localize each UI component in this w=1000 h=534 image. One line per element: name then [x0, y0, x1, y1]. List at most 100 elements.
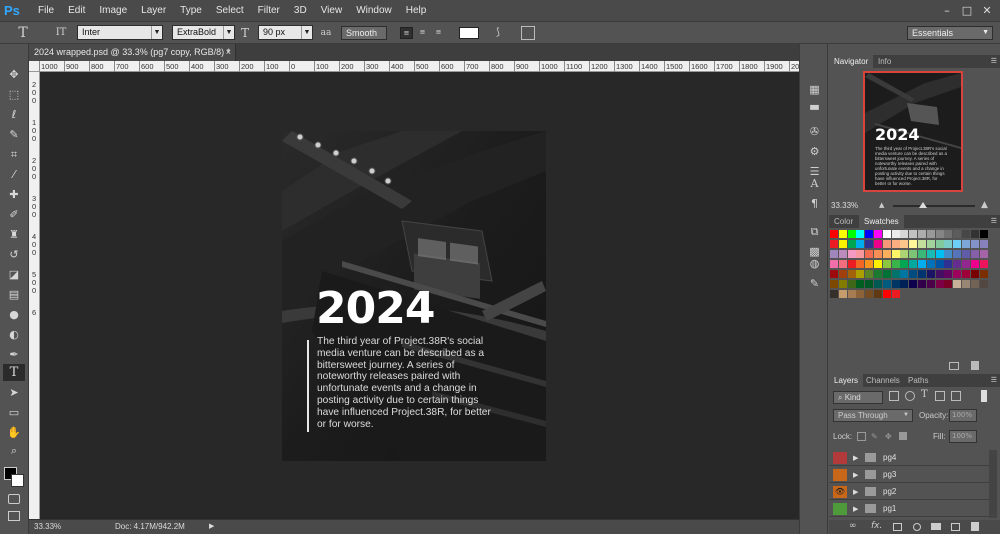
tab-color[interactable]: Color: [829, 215, 858, 228]
pen-icon[interactable]: ✒: [3, 346, 25, 363]
canvas-area[interactable]: 2024 The third year of Project.38R's soc…: [40, 72, 799, 519]
color-swatch[interactable]: [882, 280, 891, 288]
document-tab[interactable]: 2024 wrapped.psd @ 33.3% (pg7 copy, RGB/…: [29, 44, 236, 61]
color-swatch[interactable]: [926, 230, 935, 238]
color-swatch[interactable]: [847, 240, 856, 248]
filter-shape-icon[interactable]: [935, 391, 945, 401]
close-icon[interactable]: ×: [226, 44, 231, 61]
hand-icon[interactable]: ✋: [3, 424, 25, 441]
color-swatch[interactable]: [830, 290, 838, 298]
trash-icon[interactable]: [971, 522, 979, 531]
tab-navigator[interactable]: Navigator: [829, 55, 874, 68]
layer-row-pg4[interactable]: ▶ pg4: [829, 450, 989, 466]
color-swatch[interactable]: [891, 260, 900, 268]
dodge-icon[interactable]: ◐: [3, 326, 25, 343]
color-swatch[interactable]: [962, 270, 970, 278]
eyedropper-icon[interactable]: ⁄: [3, 166, 25, 183]
font-style-select[interactable]: ExtraBold ▼: [172, 25, 235, 40]
maximize-button[interactable]: □: [960, 4, 974, 18]
paragraph-icon[interactable]: ¶: [806, 196, 823, 211]
color-swatch[interactable]: [847, 230, 856, 238]
color-swatch[interactable]: [865, 280, 874, 288]
color-swatch[interactable]: [900, 280, 909, 288]
background-color-swatch[interactable]: [11, 474, 24, 487]
zoom-out-icon[interactable]: ▲: [879, 201, 889, 209]
heading-year[interactable]: 2024: [316, 284, 435, 334]
text-color-swatch[interactable]: [459, 27, 479, 39]
color-swatch[interactable]: [909, 250, 918, 258]
gradient-icon[interactable]: ▤: [3, 286, 25, 303]
color-swatch[interactable]: [970, 260, 979, 268]
color-swatch[interactable]: [979, 260, 988, 268]
filter-smart-icon[interactable]: [951, 391, 961, 401]
filter-toggle[interactable]: [981, 390, 987, 402]
lock-all-icon[interactable]: [899, 432, 907, 440]
eraser-icon[interactable]: ◪: [3, 266, 25, 283]
filter-adjust-icon[interactable]: [905, 391, 915, 401]
color-swatch[interactable]: [874, 230, 882, 238]
color-swatch[interactable]: [918, 280, 926, 288]
menu-3d[interactable]: 3D: [287, 0, 314, 22]
color-swatch[interactable]: [900, 260, 909, 268]
panel-menu-icon[interactable]: ☰: [991, 215, 997, 228]
actions-icon[interactable]: ✇: [806, 124, 823, 139]
tab-info[interactable]: Info: [873, 55, 896, 68]
color-swatch[interactable]: [882, 250, 891, 258]
swatch-grid[interactable]: [829, 229, 989, 301]
quick-mask-icon[interactable]: [8, 494, 20, 504]
lasso-icon[interactable]: ℓ: [3, 106, 25, 123]
zoom-icon[interactable]: ⌕: [3, 442, 25, 459]
tab-channels[interactable]: Channels: [861, 374, 905, 387]
color-swatch[interactable]: [891, 280, 900, 288]
color-swatch[interactable]: [926, 240, 935, 248]
lock-pixels-icon[interactable]: ✎: [871, 432, 880, 441]
expand-triangle-icon[interactable]: ▶: [853, 503, 858, 515]
workspace-select[interactable]: Essentials ▼: [907, 26, 993, 40]
close-window-button[interactable]: ✕: [980, 4, 994, 18]
clone-stamp-icon[interactable]: ♜: [3, 226, 25, 243]
character-icon[interactable]: A: [806, 176, 823, 191]
menu-help[interactable]: Help: [399, 0, 434, 22]
color-swatch[interactable]: [909, 240, 918, 248]
color-swatch[interactable]: [891, 230, 900, 238]
status-arrow-icon[interactable]: ▶: [209, 520, 214, 534]
marquee-icon[interactable]: ⬚: [3, 86, 25, 103]
document-canvas[interactable]: 2024 The third year of Project.38R's soc…: [282, 131, 546, 461]
color-swatch[interactable]: [909, 260, 918, 268]
color-swatch[interactable]: [891, 270, 900, 278]
crop-icon[interactable]: ⌗: [3, 146, 25, 163]
color-swatch[interactable]: [953, 260, 962, 268]
color-swatch[interactable]: [970, 240, 979, 248]
color-swatch[interactable]: [979, 230, 988, 238]
color-swatch[interactable]: [830, 240, 838, 248]
layer-row-pg1[interactable]: ▶ pg1: [829, 501, 989, 517]
color-swatch[interactable]: [856, 240, 865, 248]
color-swatch[interactable]: [882, 270, 891, 278]
color-swatch[interactable]: [970, 230, 979, 238]
color-swatch[interactable]: [935, 230, 944, 238]
rectangle-icon[interactable]: ▭: [3, 404, 25, 421]
color-swatch[interactable]: [962, 230, 970, 238]
zoom-in-icon[interactable]: ▲: [981, 200, 993, 210]
vertical-ruler[interactable]: 2001002003004005006: [29, 72, 40, 519]
color-swatch[interactable]: [838, 230, 847, 238]
color-swatch[interactable]: [953, 250, 962, 258]
color-swatch[interactable]: [838, 270, 847, 278]
font-family-select[interactable]: Inter ▼: [77, 25, 163, 40]
color-swatch[interactable]: [882, 230, 891, 238]
color-swatch[interactable]: [891, 290, 900, 298]
color-swatch[interactable]: [926, 280, 935, 288]
menu-view[interactable]: View: [314, 0, 350, 22]
color-swatch[interactable]: [944, 240, 953, 248]
color-swatch[interactable]: [944, 230, 953, 238]
visibility-toggle[interactable]: [833, 452, 847, 464]
color-swatch[interactable]: [847, 270, 856, 278]
expand-triangle-icon[interactable]: ▶: [853, 469, 858, 481]
menu-window[interactable]: Window: [349, 0, 399, 22]
blur-icon[interactable]: ●: [3, 306, 25, 323]
group-icon[interactable]: [931, 523, 941, 530]
path-select-icon[interactable]: ➤: [3, 384, 25, 401]
color-swatch[interactable]: [874, 250, 882, 258]
color-swatch[interactable]: [856, 250, 865, 258]
color-swatch[interactable]: [979, 280, 988, 288]
